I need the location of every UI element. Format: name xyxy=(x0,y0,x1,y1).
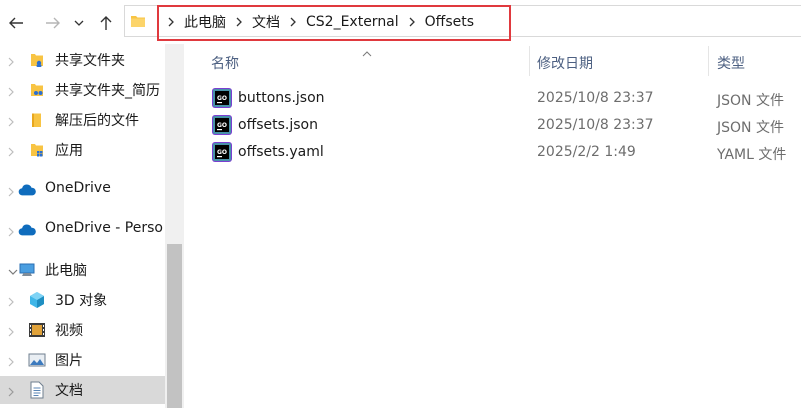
breadcrumb-cs2-external[interactable]: CS2_External xyxy=(304,14,401,30)
cloud-icon xyxy=(18,221,36,239)
jetbrains-file-icon: GO xyxy=(212,142,234,164)
chevron-right-icon[interactable] xyxy=(401,12,423,32)
chevron-right-icon[interactable] xyxy=(8,85,14,101)
navigation-bar: 此电脑 文档 CS2_External Offsets xyxy=(0,0,801,44)
chevron-right-icon[interactable] xyxy=(8,325,14,341)
file-name: buttons.json xyxy=(238,90,325,106)
chevron-right-icon[interactable] xyxy=(8,385,14,401)
column-divider[interactable] xyxy=(529,46,530,76)
computer-icon xyxy=(18,261,36,279)
forward-button[interactable] xyxy=(42,12,64,34)
shared-folder-icon xyxy=(28,81,46,99)
column-divider[interactable] xyxy=(708,46,709,76)
recent-locations-button[interactable] xyxy=(72,12,86,34)
up-button[interactable] xyxy=(95,12,117,34)
sidebar-item-this-pc[interactable]: 此电脑 xyxy=(0,256,165,284)
chevron-down-icon[interactable] xyxy=(8,265,18,281)
file-list-pane: 名称 修改日期 类型 GO buttons.json 2025/10/8 23:… xyxy=(184,44,801,408)
chevron-right-icon[interactable] xyxy=(8,355,14,371)
3d-objects-icon xyxy=(28,291,46,309)
sidebar-item-onedrive-personal[interactable]: OneDrive - Perso xyxy=(0,216,165,244)
sidebar-item-onedrive[interactable]: OneDrive xyxy=(0,176,165,204)
forward-arrow-icon xyxy=(45,15,61,31)
svg-text:GO: GO xyxy=(217,122,227,129)
file-row-offsets-yaml[interactable]: GO offsets.yaml 2025/2/2 1:49 YAML 文件 xyxy=(206,140,801,167)
breadcrumb: 此电脑 文档 CS2_External Offsets xyxy=(160,8,476,36)
sidebar-scrollbar[interactable] xyxy=(165,44,184,408)
column-header-date-modified[interactable]: 修改日期 xyxy=(537,53,593,72)
jetbrains-file-icon: GO xyxy=(212,88,234,110)
chevron-right-icon[interactable] xyxy=(8,115,14,131)
sidebar-item-extracted-files[interactable]: 解压后的文件 xyxy=(0,106,165,134)
chevron-right-icon[interactable] xyxy=(8,145,14,161)
back-arrow-icon xyxy=(8,15,24,31)
video-icon xyxy=(28,321,46,339)
chevron-right-icon[interactable] xyxy=(282,12,304,32)
chevron-right-icon[interactable] xyxy=(8,225,14,241)
column-header-name[interactable]: 名称 xyxy=(211,53,239,72)
pictures-icon xyxy=(28,351,46,369)
file-row-offsets-json[interactable]: GO offsets.json 2025/10/8 23:37 JSON 文件 xyxy=(206,113,801,140)
chevron-right-icon[interactable] xyxy=(8,295,14,311)
file-date: 2025/2/2 1:49 xyxy=(537,144,636,160)
chevron-right-icon[interactable] xyxy=(160,12,182,32)
folder-icon xyxy=(130,13,146,33)
sidebar-item-videos[interactable]: 视频 xyxy=(0,316,165,344)
chevron-right-icon[interactable] xyxy=(8,55,14,71)
file-date: 2025/10/8 23:37 xyxy=(537,90,654,106)
chevron-right-icon[interactable] xyxy=(228,12,250,32)
file-date: 2025/10/8 23:37 xyxy=(537,117,654,133)
sidebar-item-documents[interactable]: 文档 xyxy=(0,376,165,404)
navigation-pane: 共享文件夹 共享文件夹_简历 解压后的文件 应用 OneDrive OneDri… xyxy=(0,44,165,408)
sidebar-item-shared-folder[interactable]: 共享文件夹 xyxy=(0,46,165,74)
documents-icon xyxy=(28,381,46,399)
file-name: offsets.json xyxy=(238,117,318,133)
jetbrains-file-icon: GO xyxy=(212,115,234,137)
file-row-buttons-json[interactable]: GO buttons.json 2025/10/8 23:37 JSON 文件 xyxy=(206,86,801,113)
breadcrumb-documents[interactable]: 文档 xyxy=(250,12,282,32)
breadcrumb-offsets[interactable]: Offsets xyxy=(423,14,476,30)
file-type: YAML 文件 xyxy=(717,147,787,163)
file-type: JSON 文件 xyxy=(717,93,784,109)
breadcrumb-this-pc[interactable]: 此电脑 xyxy=(182,12,228,32)
shared-folder-icon xyxy=(28,141,46,159)
address-bar[interactable]: 此电脑 文档 CS2_External Offsets xyxy=(124,5,801,37)
svg-text:GO: GO xyxy=(217,149,227,156)
sort-ascending-icon xyxy=(362,45,372,61)
up-arrow-icon xyxy=(98,15,114,31)
column-header-type[interactable]: 类型 xyxy=(717,53,745,72)
shared-folder-icon xyxy=(28,51,46,69)
file-name: offsets.yaml xyxy=(238,144,324,160)
sidebar-item-3d-objects[interactable]: 3D 对象 xyxy=(0,286,165,314)
sidebar-item-pictures[interactable]: 图片 xyxy=(0,346,165,374)
cloud-icon xyxy=(18,181,36,199)
folder-icon xyxy=(28,111,46,129)
chevron-down-icon xyxy=(74,18,84,28)
sidebar-item-shared-folder-resume[interactable]: 共享文件夹_简历 xyxy=(0,76,165,104)
scrollbar-thumb[interactable] xyxy=(167,244,182,408)
chevron-right-icon[interactable] xyxy=(8,185,14,201)
svg-text:GO: GO xyxy=(217,95,227,102)
back-button[interactable] xyxy=(5,12,27,34)
file-type: JSON 文件 xyxy=(717,120,784,136)
sidebar-item-apps[interactable]: 应用 xyxy=(0,136,165,164)
